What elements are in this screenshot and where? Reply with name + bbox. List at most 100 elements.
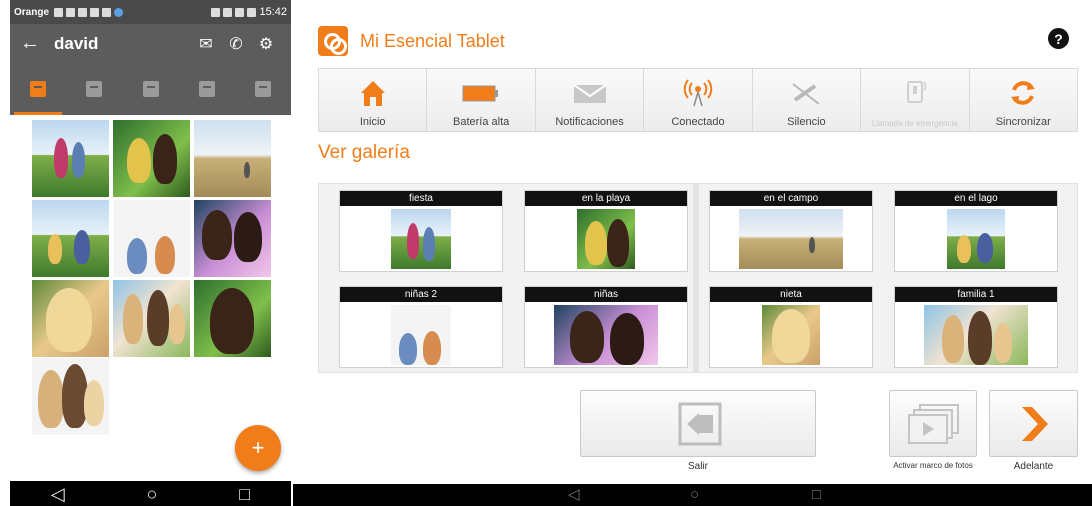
- download-icon: [90, 7, 100, 17]
- album-photo: [739, 209, 843, 269]
- album-card[interactable]: niñas: [524, 286, 688, 368]
- toolbar-item-emergencia: Llamada de emergencia: [861, 69, 970, 131]
- tablet-nav-bar: ◁ ○ □: [293, 484, 1092, 506]
- photo-thumbnail[interactable]: [194, 120, 271, 197]
- nav-recent-icon[interactable]: □: [239, 485, 250, 503]
- album-caption: en la playa: [525, 191, 687, 206]
- adelante-label: Adelante: [1013, 461, 1054, 472]
- activar-marco-button[interactable]: [889, 390, 977, 457]
- album-card[interactable]: fiesta: [339, 190, 503, 272]
- status-bar: Orange 15:42: [10, 0, 291, 24]
- toolbar-item-silencio[interactable]: Silencio: [753, 69, 862, 131]
- album-caption: en el campo: [710, 191, 872, 206]
- album-card[interactable]: familia 1: [894, 286, 1058, 368]
- nav-recent-icon[interactable]: □: [812, 487, 821, 502]
- exit-arrow-icon: [678, 402, 722, 446]
- back-arrow-icon[interactable]: ←: [20, 32, 54, 55]
- toolbar-label: Batería alta: [453, 116, 510, 128]
- signal-icon: [235, 7, 245, 17]
- photo-thumbnail[interactable]: [32, 280, 109, 357]
- album-photo: [762, 305, 820, 365]
- adelante-button[interactable]: [989, 390, 1078, 457]
- album-photo: [554, 305, 658, 365]
- notification-icon: [78, 7, 88, 17]
- battery-icon: [247, 7, 257, 17]
- album-card[interactable]: en la playa: [524, 190, 688, 272]
- album-card[interactable]: en el lago: [894, 190, 1058, 272]
- settings-gear-icon[interactable]: ⚙: [251, 34, 281, 54]
- album-caption: nieta: [710, 287, 872, 302]
- toolbar-item-conectado[interactable]: Conectado: [644, 69, 753, 131]
- toolbar-item-notificaciones[interactable]: Notificaciones: [536, 69, 645, 131]
- album-caption: familia 1: [895, 287, 1057, 302]
- phone-icon[interactable]: ✆: [221, 34, 251, 54]
- album-gallery: fiesta en la playa en el campo en el lag…: [318, 183, 1078, 373]
- envelope-icon: [572, 84, 607, 103]
- calendar-icon: [198, 81, 215, 97]
- photo-thumbnail[interactable]: [113, 280, 190, 357]
- phone-screen: Orange 15:42 ← david ✉ ✆ ⚙ + ◁ ○ □: [10, 0, 291, 506]
- toolbar-item-inicio[interactable]: Inicio: [319, 69, 428, 131]
- notification-icon: [54, 7, 64, 17]
- status-toolbar: Inicio Batería alta Notificaciones Conec…: [318, 68, 1078, 132]
- album-card[interactable]: niñas 2: [339, 286, 503, 368]
- album-caption: niñas 2: [340, 287, 502, 302]
- nfc-icon: [211, 7, 221, 17]
- tab-gallery[interactable]: [10, 63, 66, 115]
- album-photo: [577, 209, 635, 269]
- tab-contacts[interactable]: [66, 63, 122, 115]
- tab-folder[interactable]: [235, 63, 291, 115]
- tablet-screen: Mi Esencial Tablet ? Inicio Batería alta…: [293, 0, 1092, 506]
- nav-back-icon[interactable]: ◁: [568, 487, 580, 502]
- app-logo-icon: [318, 26, 348, 56]
- app-icon: [114, 7, 124, 17]
- toolbar-label: Silencio: [787, 116, 826, 128]
- phone-nav-bar: ◁ ○ □: [10, 481, 291, 506]
- salir-button[interactable]: [580, 390, 816, 457]
- photo-thumbnail[interactable]: [32, 200, 109, 277]
- sync-icon: [1011, 81, 1036, 105]
- section-title: Ver galería: [318, 142, 410, 163]
- toolbar-label: Conectado: [671, 116, 725, 128]
- mail-icon[interactable]: ✉: [191, 34, 221, 54]
- photo-thumbnail[interactable]: [113, 200, 190, 277]
- activar-marco-label: Activar marco de fotos: [893, 461, 973, 470]
- album-caption: niñas: [525, 287, 687, 302]
- toolbar-label: Notificaciones: [555, 116, 624, 128]
- toolbar-label: Inicio: [359, 116, 386, 128]
- toolbar-label: Sincronizar: [995, 116, 1051, 128]
- add-fab-button[interactable]: +: [235, 425, 281, 471]
- photo-frame-icon: [908, 404, 959, 444]
- add-icon: [142, 81, 159, 97]
- tab-add[interactable]: [122, 63, 178, 115]
- photo-thumbnail[interactable]: [194, 200, 271, 277]
- album-card[interactable]: nieta: [709, 286, 873, 368]
- tab-bar: [10, 63, 291, 115]
- nav-home-icon[interactable]: ○: [690, 487, 699, 502]
- nav-home-icon[interactable]: ○: [147, 485, 158, 503]
- download-icon: [102, 7, 112, 17]
- emergency-call-icon: [906, 81, 927, 103]
- vibrate-icon: [223, 7, 233, 17]
- app-title: Mi Esencial Tablet: [360, 30, 505, 51]
- album-photo: [391, 209, 451, 269]
- app-bar: ← david ✉ ✆ ⚙: [10, 24, 291, 63]
- photo-thumbnail[interactable]: [113, 120, 190, 197]
- photo-thumbnail[interactable]: [32, 358, 109, 435]
- nav-back-icon[interactable]: ◁: [51, 485, 65, 503]
- album-caption: fiesta: [340, 191, 502, 206]
- album-card[interactable]: en el campo: [709, 190, 873, 272]
- toolbar-item-sincronizar[interactable]: Sincronizar: [970, 69, 1077, 131]
- help-icon[interactable]: ?: [1048, 28, 1069, 49]
- photo-thumbnail[interactable]: [194, 280, 271, 357]
- battery-icon: [462, 85, 499, 102]
- home-icon: [360, 81, 385, 106]
- album-caption: en el lago: [895, 191, 1057, 206]
- photo-thumbnail[interactable]: [32, 120, 109, 197]
- tab-calendar[interactable]: [179, 63, 235, 115]
- toolbar-label: Llamada de emergencia: [871, 119, 958, 128]
- contacts-icon: [86, 81, 103, 97]
- toolbar-item-bateria[interactable]: Batería alta: [427, 69, 536, 131]
- mute-icon: [792, 83, 821, 105]
- gallery-divider: [693, 184, 699, 372]
